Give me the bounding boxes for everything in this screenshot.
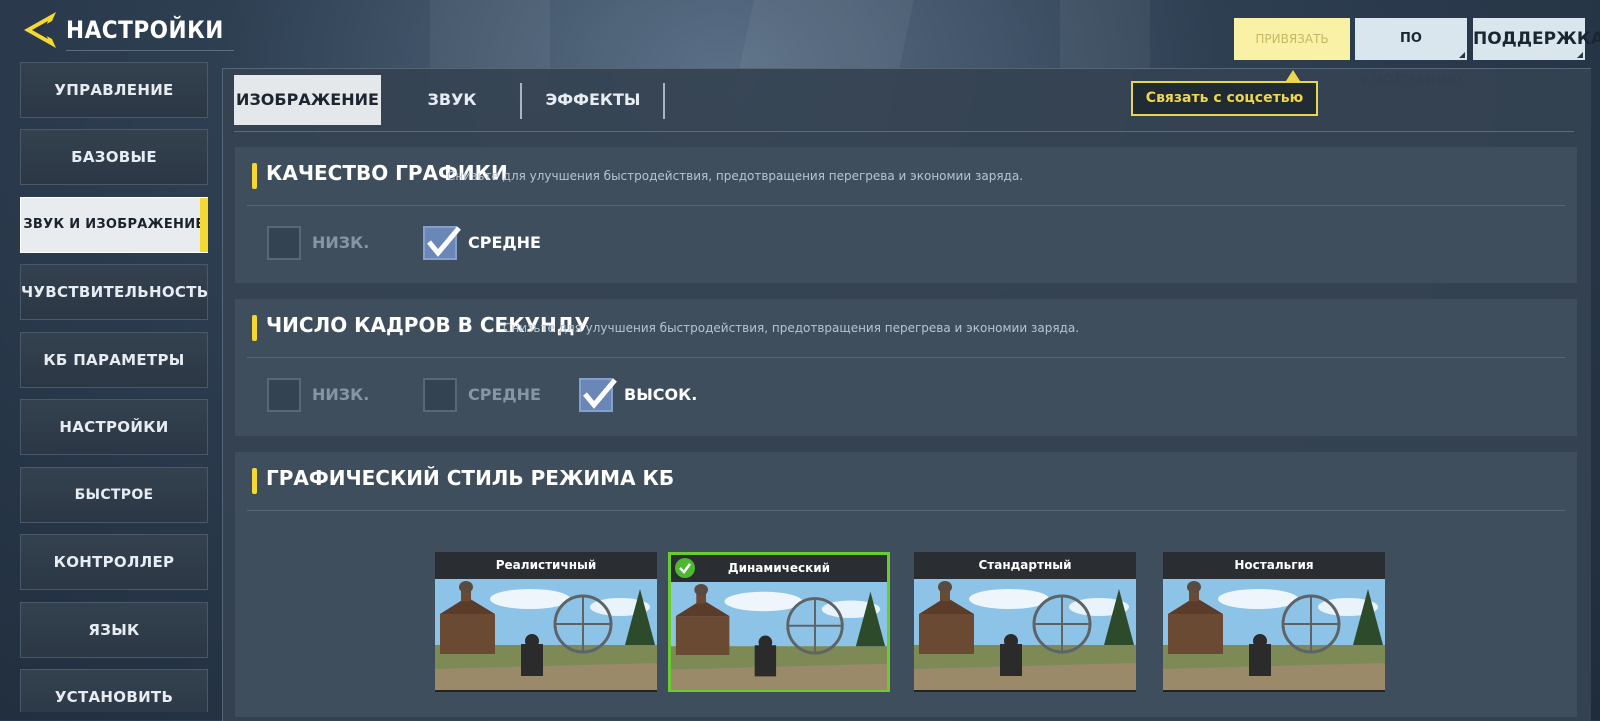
graphics-quality-section: КАЧЕСТВО ГРАФИКИ Снизьте для улучшения б… [235, 147, 1577, 283]
back-arrow-icon [24, 12, 56, 48]
bind-button[interactable]: ПРИВЯЗАТЬ [1234, 18, 1350, 60]
option-label: СРЕДНЕ [468, 385, 541, 404]
sidebar-item-basic[interactable]: БАЗОВЫЕ [20, 129, 208, 185]
tab-image[interactable]: ИЗОБРАЖЕНИЕ [234, 75, 381, 125]
section-marker [252, 163, 257, 189]
tooltip-arrow [1286, 70, 1300, 81]
style-preview-image [671, 582, 887, 693]
background-shape [1060, 0, 1150, 70]
style-label: Динамический [671, 555, 887, 582]
style-option-nostalgia[interactable]: Ностальгия [1163, 552, 1385, 692]
checkbox[interactable] [423, 226, 461, 260]
sidebar-item-controller[interactable]: КОНТРОЛЛЕР [20, 534, 208, 590]
divider [234, 131, 1574, 132]
style-label: Стандартный [914, 552, 1136, 579]
section-marker [252, 315, 257, 341]
sidebar-item-vehicle-settings[interactable]: НАСТРОЙКИ ТЕХНИКИ [20, 399, 208, 490]
sidebar-item-install[interactable]: УСТАНОВИТЬ [20, 669, 208, 712]
sidebar-item-sound-graphics[interactable]: ЗВУК И ИЗОБРАЖЕНИЕ [20, 197, 208, 253]
sidebar-item-sensitivity[interactable]: ЧУВСТВИТЕЛЬНОСТЬ [20, 264, 208, 320]
divider [247, 205, 1565, 206]
corner-mark [1577, 52, 1583, 58]
style-option-realistic[interactable]: Реалистичный [435, 552, 657, 692]
section-hint: Снизьте для улучшения быстродействия, пр… [447, 169, 1024, 183]
sidebar-item-language[interactable]: ЯЗЫК [20, 602, 208, 658]
style-label: Ностальгия [1163, 552, 1385, 579]
section-title: ГРАФИЧЕСКИЙ СТИЛЬ РЕЖИМА КБ [266, 466, 675, 490]
divider [247, 357, 1565, 358]
style-option-standard[interactable]: Стандартный [914, 552, 1136, 692]
back-button[interactable] [22, 10, 62, 50]
checkmark-icon [583, 378, 617, 409]
tab-sound[interactable]: ЗВУК [387, 75, 517, 125]
br-style-section: ГРАФИЧЕСКИЙ СТИЛЬ РЕЖИМА КБ Реалистичный [235, 452, 1577, 717]
divider [247, 510, 1565, 511]
checkbox[interactable] [423, 378, 457, 412]
sidebar-item-quick-message[interactable]: БЫСТРОЕ СООБЩЕНИЕ [20, 467, 208, 557]
checkbox[interactable] [579, 378, 617, 412]
sidebar-item-controls[interactable]: УПРАВЛЕНИЕ [20, 62, 208, 118]
checkmark-icon [427, 226, 461, 257]
corner-mark [1459, 52, 1465, 58]
selected-check-icon [675, 558, 695, 578]
settings-panel: ИЗОБРАЖЕНИЕ ЗВУК ЭФФЕКТЫ КАЧЕСТВО ГРАФИК… [222, 68, 1591, 721]
option-label: НИЗК. [312, 385, 370, 404]
default-button[interactable]: ПО УМОЛЧАНИЮ [1355, 18, 1467, 88]
tab-effects[interactable]: ЭФФЕКТЫ [523, 75, 663, 125]
style-preview-image [1163, 579, 1385, 690]
checkbox[interactable] [267, 378, 301, 412]
tab-divider [520, 83, 522, 119]
style-label: Реалистичный [435, 552, 657, 579]
frame-rate-section: ЧИСЛО КАДРОВ В СЕКУНДУ Снизьте для улучш… [235, 299, 1577, 436]
tab-divider [663, 83, 665, 119]
style-preview-image [435, 579, 657, 690]
support-button[interactable]: ПОДДЕРЖКА [1473, 18, 1600, 60]
style-preview-image [914, 579, 1136, 690]
section-hint: Снизьте для улучшения быстродействия, пр… [503, 321, 1080, 335]
section-marker [252, 468, 257, 494]
checkbox[interactable] [267, 226, 301, 260]
option-label: НИЗК. [312, 233, 370, 252]
sidebar: УПРАВЛЕНИЕ БАЗОВЫЕ ЗВУК И ИЗОБРАЖЕНИЕ ЧУ… [20, 62, 208, 712]
support-button-label: ПОДДЕРЖКА [1473, 29, 1600, 49]
link-social-tooltip: Связать с соцсетью [1131, 81, 1318, 116]
option-label: СРЕДНЕ [468, 233, 541, 252]
page-title: НАСТРОЙКИ [66, 10, 234, 51]
option-label: ВЫСОК. [624, 385, 698, 404]
style-option-dynamic[interactable]: Динамический [668, 552, 890, 692]
sidebar-item-br-settings[interactable]: КБ ПАРАМЕТРЫ [20, 332, 208, 388]
